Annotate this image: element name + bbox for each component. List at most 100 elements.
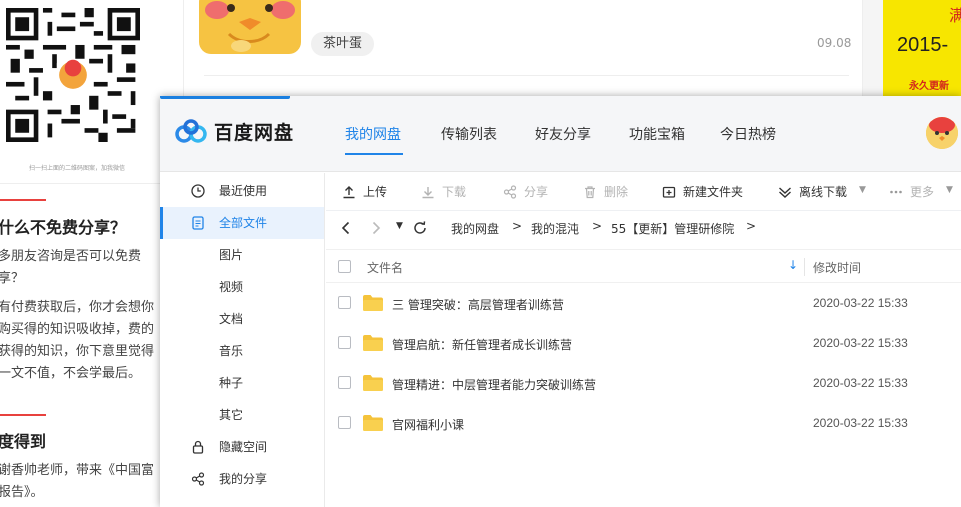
caret-down-icon[interactable]: ▼	[859, 185, 866, 195]
file-panel: 上传 下载 分享 删除 新建文件夹 离线下载 ▼ 更多 ▼ ▼ 我的网盘 > 我…	[326, 173, 961, 507]
nav-friend-share[interactable]: 好友分享	[535, 124, 591, 144]
paragraph: 多朋友咨询是否可以免费享？	[0, 249, 142, 286]
row-checkbox[interactable]	[338, 336, 351, 349]
qr-caption: 扫一扫上面的二维码图案，加我微信	[28, 165, 125, 172]
column-header-filename[interactable]: 文件名	[367, 259, 403, 276]
delete-label: 删除	[604, 185, 629, 199]
comment-date: 09.08	[817, 36, 852, 50]
breadcrumb-separator: >	[746, 219, 757, 233]
breadcrumb-item-my-chaos[interactable]: 我的混沌	[531, 220, 579, 237]
user-avatar[interactable]	[926, 117, 958, 149]
table-row[interactable]: 管理精进：中层管理者能力突破训练营 2020-03-22 15:33	[326, 363, 961, 403]
qr-code-image	[6, 8, 140, 142]
folder-icon	[363, 295, 383, 311]
folder-icon	[363, 415, 383, 431]
upload-icon	[343, 186, 355, 199]
section-heading: 度得到	[0, 432, 47, 451]
top-accent-line	[160, 96, 290, 99]
table-row[interactable]: 管理启航：新任管理者成长训练营 2020-03-22 15:33	[326, 323, 961, 363]
baidu-netdisk-logo-icon[interactable]	[174, 118, 208, 146]
table-header: 文件名 ↓ 修改时间	[326, 249, 961, 283]
table-row[interactable]: 三 管理突破：高层管理者训练营 2020-03-22 15:33	[326, 283, 961, 323]
sidebar-item-label: 最近使用	[219, 184, 268, 198]
sidebar-item-all-files[interactable]: 全部文件	[160, 207, 324, 239]
sidebar-item-label: 种子	[219, 376, 244, 390]
sidebar-item-hidden-space[interactable]: 隐藏空间	[160, 431, 324, 463]
row-checkbox[interactable]	[338, 376, 351, 389]
sort-down-arrow-icon[interactable]: ↓	[788, 258, 798, 272]
sidebar-item-images[interactable]: 图片	[160, 239, 324, 271]
caret-down-icon[interactable]: ▼	[946, 185, 953, 195]
offline-download-label: 离线下载	[799, 185, 848, 199]
more-dots-icon	[890, 190, 902, 194]
sidebar-item-documents[interactable]: 文档	[160, 303, 324, 335]
row-checkbox[interactable]	[338, 416, 351, 429]
back-arrow-icon[interactable]	[338, 220, 354, 236]
sidebar-item-my-shares[interactable]: 我的分享	[160, 463, 324, 495]
new-folder-icon	[662, 186, 676, 198]
active-tab-indicator	[345, 153, 403, 155]
sidebar-item-other[interactable]: 其它	[160, 399, 324, 431]
advertisement-banner[interactable]: 满 2015- 永久更新	[883, 0, 961, 96]
column-header-modified-time[interactable]: 修改时间	[813, 259, 861, 276]
folder-icon	[363, 335, 383, 351]
file-modified-time: 2020-03-22 15:33	[813, 296, 908, 310]
share-label: 分享	[524, 185, 549, 199]
toolbar: 上传 下载 分享 删除 新建文件夹 离线下载 ▼ 更多 ▼	[326, 173, 961, 211]
breadcrumb-item-current-folder[interactable]: 55【更新】管理研修院	[611, 220, 734, 237]
sidebar: 最近使用 全部文件 图片 视频 文档 音乐 种子 其它 隐藏空间 我的分享	[160, 173, 325, 507]
background-page-left-column: 扫一扫上面的二维码图案，加我微信 什么不免费分享？ 多朋友咨询是否可以免费享？ …	[0, 0, 160, 507]
file-name[interactable]: 管理启航：新任管理者成长训练营	[392, 336, 572, 353]
top-bar: 百度网盘 我的网盘 传输列表 好友分享 功能宝箱 今日热榜	[160, 96, 961, 172]
lock-icon	[192, 440, 204, 454]
download-label: 下载	[442, 185, 467, 199]
sidebar-item-label: 视频	[219, 280, 244, 294]
file-name[interactable]: 官网福利小课	[392, 416, 464, 433]
folder-icon	[363, 375, 383, 391]
row-checkbox[interactable]	[338, 296, 351, 309]
file-icon	[192, 216, 204, 230]
more-label: 更多	[910, 185, 935, 199]
sidebar-item-label: 图片	[219, 248, 244, 262]
breadcrumb-item-my-disk[interactable]: 我的网盘	[451, 220, 499, 237]
red-rule-decoration	[0, 199, 46, 201]
app-title: 百度网盘	[214, 122, 295, 144]
nav-hot-today[interactable]: 今日热榜	[720, 124, 776, 144]
file-name[interactable]: 管理精进：中层管理者能力突破训练营	[392, 376, 596, 393]
file-modified-time: 2020-03-22 15:33	[813, 336, 908, 350]
comment-card: 茶叶蛋 09.08	[183, 0, 863, 96]
divider	[204, 75, 849, 76]
sidebar-item-label: 音乐	[219, 344, 244, 358]
breadcrumb-separator: >	[512, 219, 523, 233]
breadcrumb: ▼ 我的网盘 > 我的混沌 > 55【更新】管理研修院 >	[326, 211, 961, 245]
paragraph: 谢香帅老师，带来《中国富报告》。	[0, 463, 155, 500]
refresh-icon[interactable]	[412, 220, 428, 236]
nav-my-disk[interactable]: 我的网盘	[345, 124, 401, 144]
download-icon	[422, 187, 434, 199]
forward-arrow-icon[interactable]	[368, 220, 384, 236]
sidebar-item-torrents[interactable]: 种子	[160, 367, 324, 399]
history-dropdown-icon[interactable]: ▼	[396, 221, 403, 231]
file-modified-time: 2020-03-22 15:33	[813, 376, 908, 390]
file-name[interactable]: 三 管理突破：高层管理者训练营	[392, 296, 564, 313]
ad-slogan: 永久更新	[909, 81, 949, 92]
sidebar-item-label: 隐藏空间	[219, 440, 268, 454]
breadcrumb-separator: >	[592, 219, 603, 233]
column-divider	[804, 258, 805, 276]
sidebar-item-videos[interactable]: 视频	[160, 271, 324, 303]
sidebar-item-recent[interactable]: 最近使用	[160, 175, 324, 207]
section-heading: 什么不免费分享？	[0, 218, 127, 237]
red-rule-decoration	[0, 414, 46, 416]
nav-transfer-list[interactable]: 传输列表	[441, 124, 497, 144]
table-row[interactable]: 官网福利小课 2020-03-22 15:33	[326, 403, 961, 443]
select-all-checkbox[interactable]	[338, 260, 351, 273]
nav-toolbox[interactable]: 功能宝箱	[629, 124, 685, 144]
sidebar-item-label: 全部文件	[219, 216, 268, 230]
comment-tag[interactable]: 茶叶蛋	[311, 32, 375, 56]
upload-label: 上传	[363, 185, 388, 199]
share-icon	[191, 472, 205, 486]
sidebar-item-music[interactable]: 音乐	[160, 335, 324, 367]
sidebar-item-label: 文档	[219, 312, 244, 326]
paragraph: 有付费获取后，你才会想你购买得的知识吸收掉，费的获得的知识，你下意里觉得一文不值…	[0, 300, 155, 381]
clock-icon	[191, 184, 205, 198]
